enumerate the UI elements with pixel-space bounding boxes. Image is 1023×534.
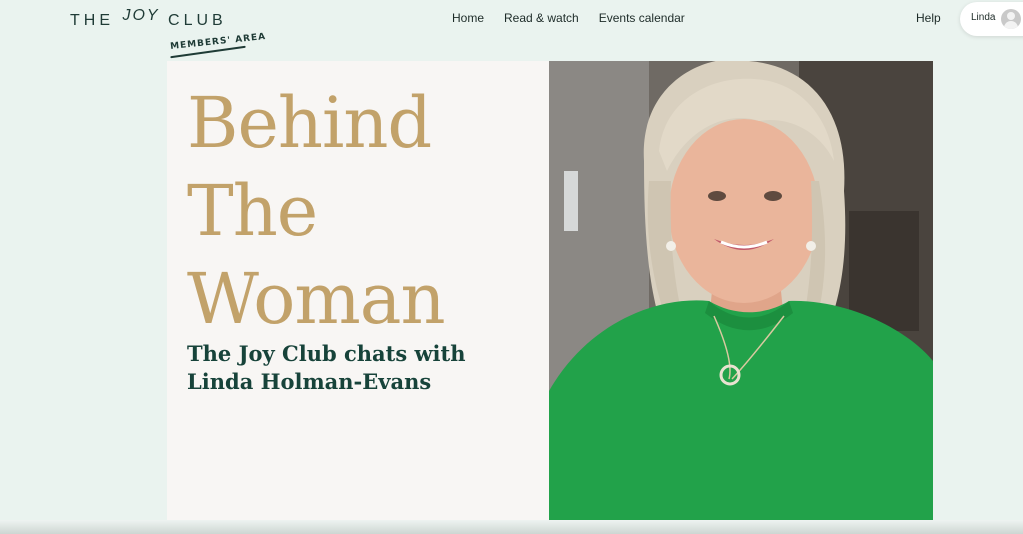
portrait-illustration bbox=[549, 61, 933, 522]
site-logo[interactable]: THE JOY CLUB MEMBERS' AREA bbox=[70, 7, 267, 60]
hero-title-line: Woman bbox=[187, 258, 446, 340]
logo-word-joy: JOY bbox=[122, 7, 160, 24]
logo-word-club: CLUB bbox=[168, 12, 227, 29]
hero-title-line: The bbox=[187, 170, 318, 252]
avatar-icon bbox=[1001, 9, 1021, 29]
nav-events-calendar[interactable]: Events calendar bbox=[599, 11, 685, 25]
user-menu-button[interactable]: Linda bbox=[960, 2, 1023, 36]
nav-read-watch[interactable]: Read & watch bbox=[504, 11, 579, 25]
logo-word-the: THE bbox=[70, 12, 114, 29]
hero-text-panel: Behind The Woman The Joy Club chats with… bbox=[167, 61, 549, 521]
hero-subtitle: The Joy Club chats with Linda Holman-Eva… bbox=[187, 340, 527, 396]
user-name: Linda bbox=[971, 12, 996, 23]
main-nav: Home Read & watch Events calendar bbox=[452, 11, 685, 25]
nav-home[interactable]: Home bbox=[452, 11, 484, 25]
hero-portrait-image bbox=[549, 61, 933, 522]
logo-wordmark: THE JOY CLUB bbox=[70, 7, 227, 30]
hero-title: Behind The Woman bbox=[187, 79, 537, 343]
page-bottom-edge bbox=[0, 520, 1023, 534]
help-link[interactable]: Help bbox=[916, 11, 941, 25]
hero-title-line: Behind bbox=[187, 82, 432, 164]
hero-subtitle-line: The Joy Club chats with bbox=[187, 341, 466, 366]
hero-subtitle-line: Linda Holman-Evans bbox=[187, 369, 432, 394]
